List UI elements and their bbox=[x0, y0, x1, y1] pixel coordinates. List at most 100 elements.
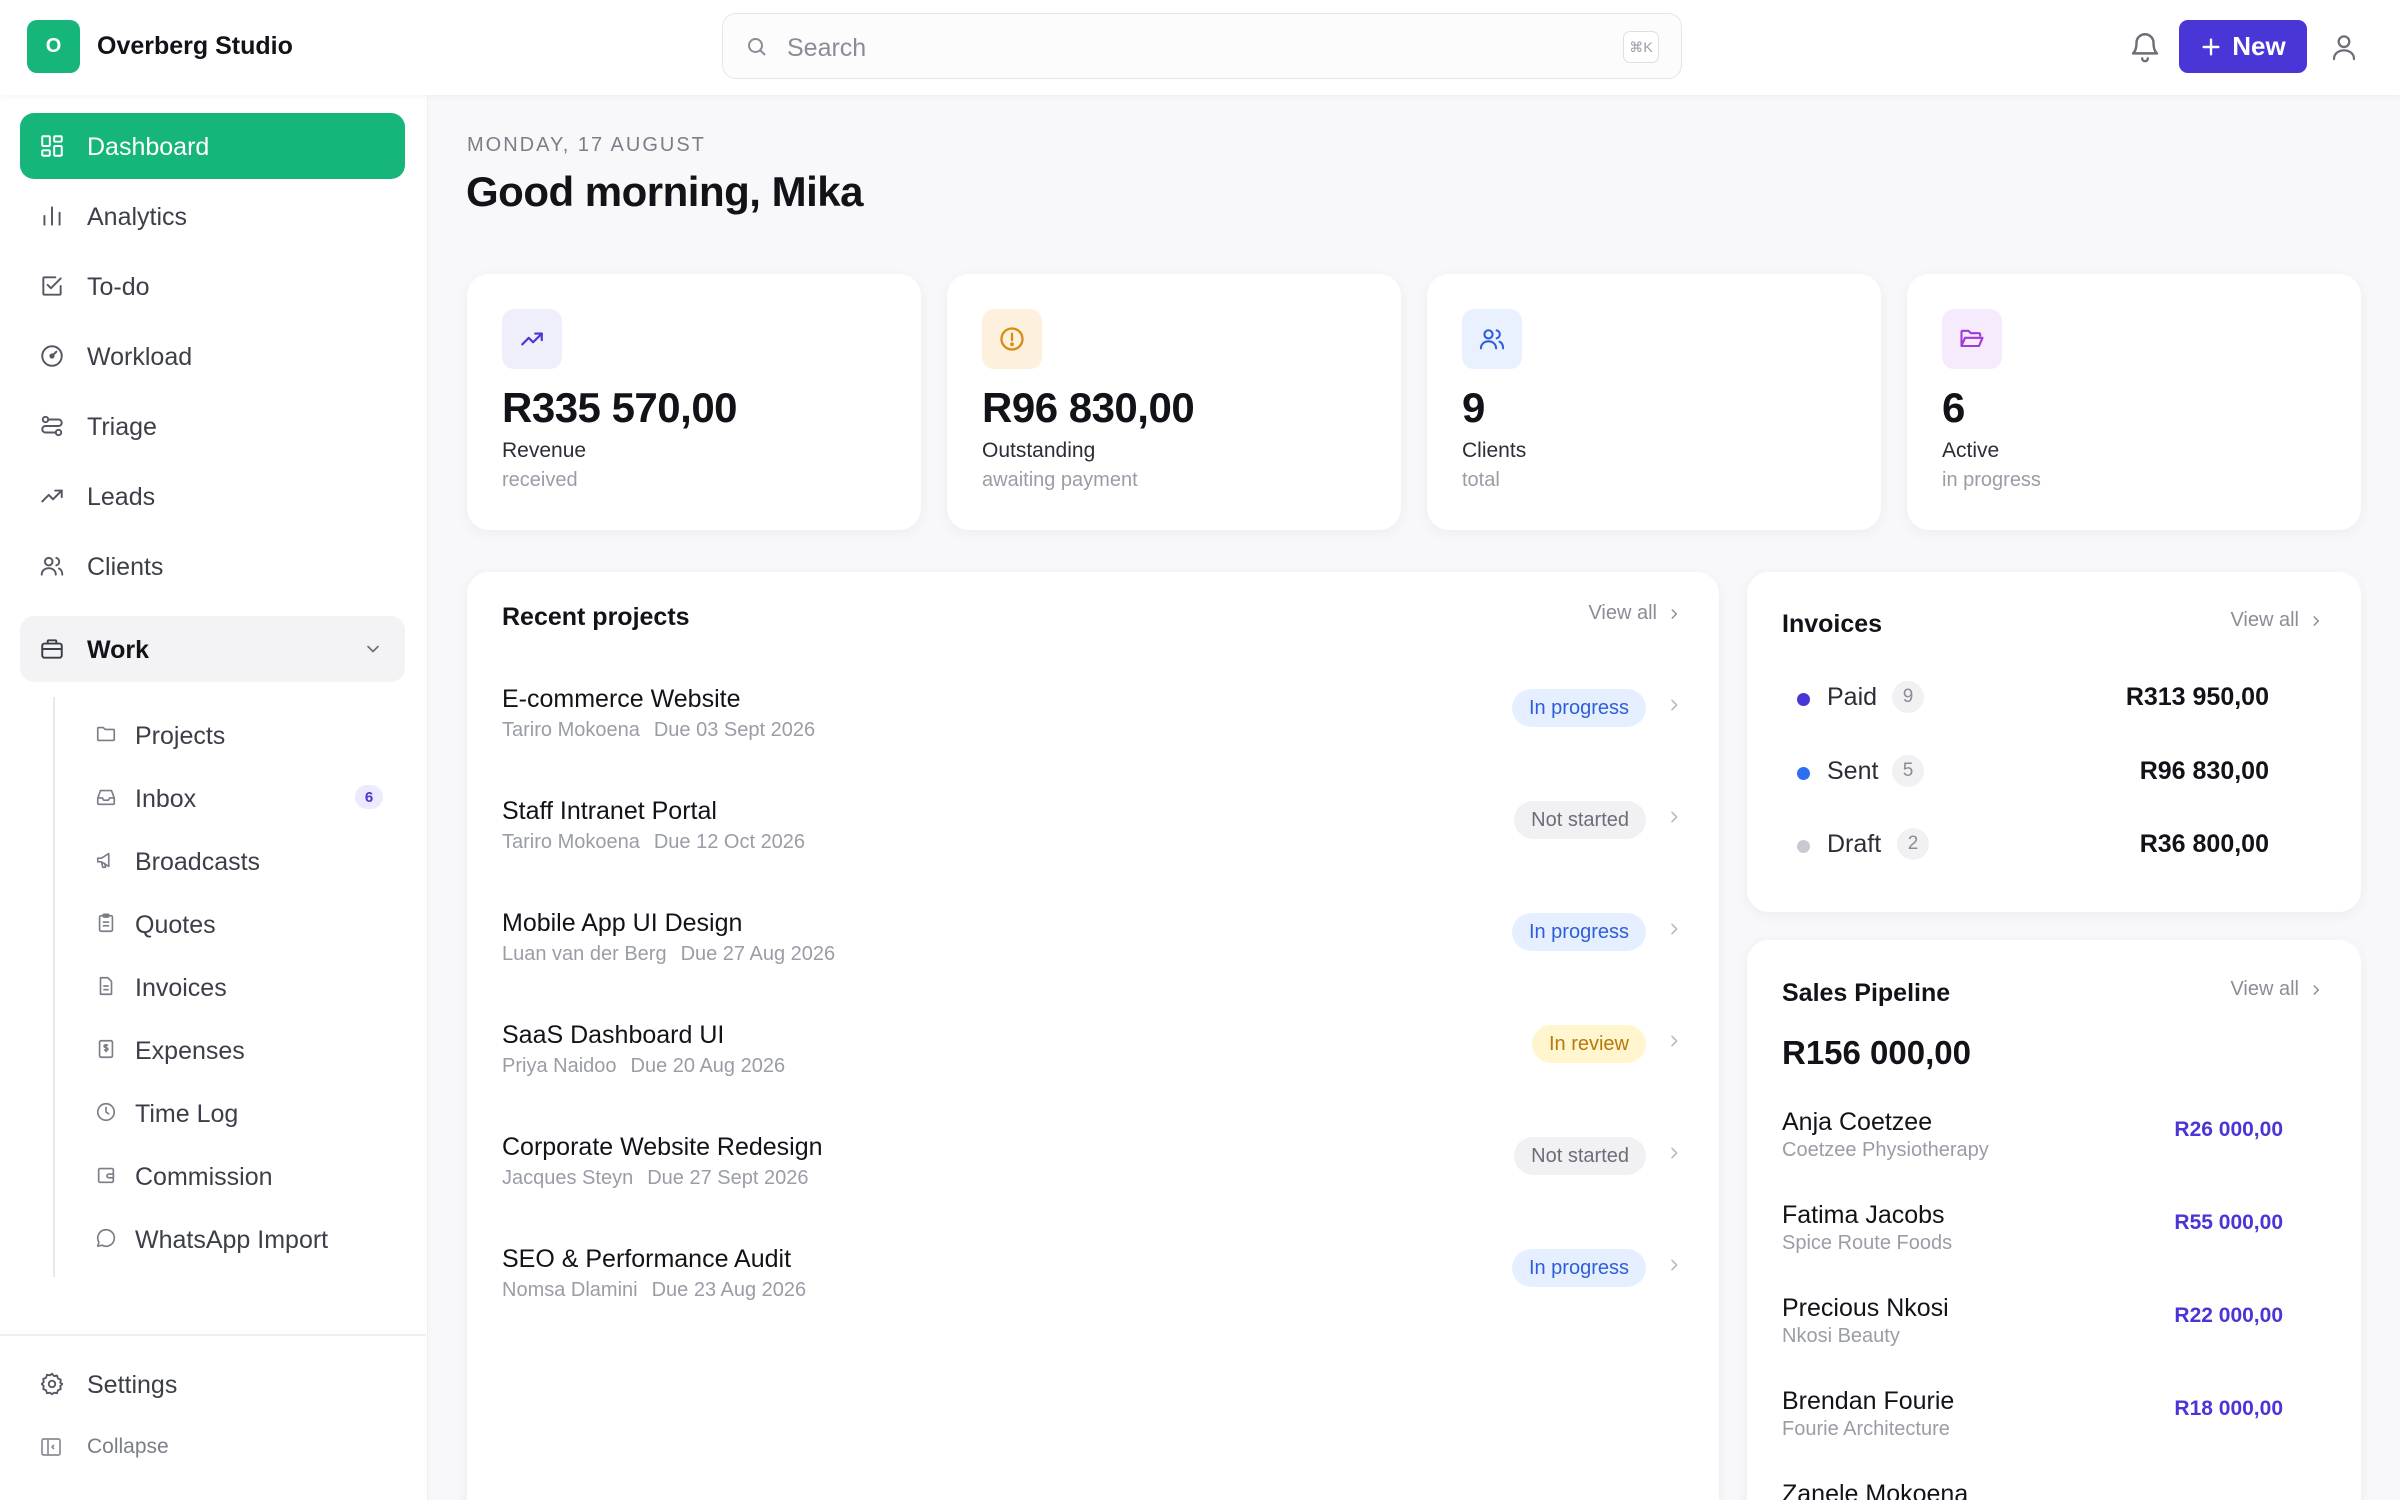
sidebar-item-settings[interactable]: Settings bbox=[20, 1351, 405, 1417]
view-all-link[interactable]: View all bbox=[2230, 978, 2323, 1001]
project-name: Corporate Website Redesign bbox=[502, 1133, 823, 1161]
project-name: Staff Intranet Portal bbox=[502, 797, 717, 825]
stat-label: Clients bbox=[1462, 439, 1527, 462]
sidebar-item-timelog[interactable]: Time Log bbox=[75, 1085, 395, 1141]
sidebar-item-commission[interactable]: Commission bbox=[75, 1148, 395, 1204]
table-row[interactable]: SEO & Performance Audit Nomsa Dlamini Due… bbox=[467, 1245, 1717, 1355]
document-icon bbox=[95, 975, 117, 997]
sidebar-item-analytics[interactable]: Analytics bbox=[20, 183, 405, 249]
user-icon[interactable] bbox=[2328, 30, 2360, 64]
count-badge: 2 bbox=[1897, 828, 1929, 860]
sidebar-item-dashboard[interactable]: Dashboard bbox=[20, 113, 405, 179]
sidebar-item-label: Dashboard bbox=[87, 133, 210, 161]
sidebar-item-label: Settings bbox=[87, 1371, 178, 1399]
project-client: Tariro Mokoena bbox=[502, 831, 640, 853]
lead-amount: R55 000,00 bbox=[2174, 1211, 2283, 1234]
sales-pipeline-panel: Sales Pipeline View all R156 000,00 Anja… bbox=[1747, 940, 2361, 1500]
sidebar-item-todo[interactable]: To-do bbox=[20, 253, 405, 319]
invoice-amount: R36 800,00 bbox=[2139, 830, 2269, 858]
table-row[interactable]: Staff Intranet Portal Tariro Mokoena Due … bbox=[467, 797, 1717, 907]
invoice-status-row[interactable]: Sent 5 R96 830,00 bbox=[1747, 753, 2317, 793]
clipboard-icon bbox=[95, 912, 117, 934]
search-shortcut: ⌘K bbox=[1623, 31, 1659, 63]
search-input[interactable]: Search ⌘K bbox=[722, 13, 1682, 79]
date-label: MONDAY, 17 AUGUST bbox=[467, 134, 706, 156]
project-client: Nomsa Dlamini bbox=[502, 1279, 638, 1301]
project-meta: Luan van der Berg Due 27 Aug 2026 bbox=[502, 943, 835, 966]
sidebar-item-projects[interactable]: Projects bbox=[75, 707, 395, 763]
status-badge: In progress bbox=[1511, 913, 1646, 951]
panel-title: Invoices bbox=[1782, 610, 1883, 638]
sidebar-item-quotes[interactable]: Quotes bbox=[75, 896, 395, 952]
stat-sublabel: awaiting payment bbox=[982, 469, 1138, 491]
invoice-amount: R96 830,00 bbox=[2139, 757, 2269, 785]
sidebar-item-expenses[interactable]: Expenses bbox=[75, 1022, 395, 1078]
project-due: Due 23 Aug 2026 bbox=[651, 1279, 807, 1301]
sidebar-item-leads[interactable]: Leads bbox=[20, 463, 405, 529]
invoice-status-label: Sent bbox=[1827, 757, 1879, 785]
trend-up-icon bbox=[502, 309, 562, 369]
sidebar-item-label: Projects bbox=[135, 722, 226, 750]
status-badge: In progress bbox=[1511, 1249, 1646, 1287]
sidebar-item-invoices[interactable]: Invoices bbox=[75, 959, 395, 1015]
sidebar-item-workload[interactable]: Workload bbox=[20, 323, 405, 389]
list-item[interactable]: Anja Coetzee Coetzee Physiotherapy R26 0… bbox=[1747, 1108, 2317, 1188]
table-row[interactable]: E-commerce Website Tariro Mokoena Due 03 … bbox=[467, 685, 1717, 795]
bell-icon[interactable] bbox=[2128, 30, 2162, 64]
view-all-label: View all bbox=[2230, 609, 2299, 631]
list-item[interactable]: Precious Nkosi Nkosi Beauty R22 000,00 bbox=[1747, 1294, 2317, 1374]
chat-icon bbox=[95, 1227, 117, 1249]
clock-icon bbox=[95, 1101, 117, 1123]
collapse-sidebar-button[interactable]: Collapse bbox=[20, 1413, 405, 1479]
chevron-right-icon bbox=[1666, 1033, 1682, 1049]
chevron-down-icon bbox=[363, 639, 383, 659]
view-all-link[interactable]: View all bbox=[1588, 602, 1681, 625]
sidebar-item-clients[interactable]: Clients bbox=[20, 533, 405, 599]
list-item[interactable]: Brendan Fourie Fourie Architecture R18 0… bbox=[1747, 1387, 2317, 1467]
folder-icon bbox=[95, 723, 117, 745]
stat-sublabel: received bbox=[502, 469, 578, 491]
status-dot bbox=[1797, 693, 1810, 706]
stat-card-outstanding[interactable]: R96 830,00 Outstanding awaiting payment bbox=[947, 274, 1401, 530]
sidebar-item-label: Workload bbox=[87, 343, 193, 371]
stat-card-active[interactable]: 6 Active in progress bbox=[1907, 274, 2361, 530]
new-button[interactable]: New bbox=[2179, 20, 2307, 73]
stat-value: R335 570,00 bbox=[502, 384, 738, 431]
chevron-right-icon bbox=[1666, 1257, 1682, 1273]
invoices-panel: Invoices View all Paid 9 R313 950,00 Sen… bbox=[1747, 572, 2361, 912]
view-all-link[interactable]: View all bbox=[2230, 609, 2323, 632]
sidebar-collapse-icon bbox=[39, 1435, 63, 1459]
list-item[interactable]: Fatima Jacobs Spice Route Foods R55 000,… bbox=[1747, 1201, 2317, 1281]
sidebar-item-whatsapp-import[interactable]: WhatsApp Import bbox=[75, 1211, 395, 1267]
invoice-status-row[interactable]: Paid 9 R313 950,00 bbox=[1747, 679, 2317, 719]
stat-card-clients[interactable]: 9 Clients total bbox=[1427, 274, 1881, 530]
triage-icon bbox=[39, 413, 65, 439]
workload-icon bbox=[39, 343, 65, 369]
project-client: Tariro Mokoena bbox=[502, 719, 640, 741]
table-row[interactable]: SaaS Dashboard UI Priya Naidoo Due 20 Aug… bbox=[467, 1021, 1717, 1131]
lead-company: Spice Route Foods bbox=[1782, 1232, 1953, 1254]
project-due: Due 27 Aug 2026 bbox=[680, 943, 836, 965]
wallet-icon bbox=[95, 1164, 117, 1186]
submenu-guide bbox=[53, 697, 55, 1277]
sidebar-group-work[interactable]: Work bbox=[20, 616, 405, 682]
sidebar-item-label: Quotes bbox=[135, 911, 216, 939]
invoice-status-row[interactable]: Draft 2 R36 800,00 bbox=[1747, 826, 2317, 866]
sidebar-item-inbox[interactable]: Inbox 6 bbox=[75, 770, 395, 826]
status-badge: In progress bbox=[1511, 689, 1646, 727]
list-item[interactable]: Zanele Mokoena bbox=[1747, 1480, 2317, 1500]
lead-name: Precious Nkosi bbox=[1782, 1294, 1949, 1322]
project-client: Priya Naidoo bbox=[502, 1055, 617, 1077]
stat-card-revenue[interactable]: R335 570,00 Revenue received bbox=[467, 274, 921, 530]
dashboard-icon bbox=[39, 133, 65, 159]
sidebar-item-broadcasts[interactable]: Broadcasts bbox=[75, 833, 395, 889]
sidebar-item-triage[interactable]: Triage bbox=[20, 393, 405, 459]
table-row[interactable]: Corporate Website Redesign Jacques Steyn… bbox=[467, 1133, 1717, 1243]
chevron-right-icon bbox=[1667, 607, 1681, 621]
chevron-right-icon bbox=[1666, 809, 1682, 825]
receipt-icon bbox=[95, 1038, 117, 1060]
table-row[interactable]: Mobile App UI Design Luan van der Berg Du… bbox=[467, 909, 1717, 1019]
search-icon bbox=[745, 35, 769, 59]
lead-company: Coetzee Physiotherapy bbox=[1782, 1139, 1989, 1161]
project-name: SaaS Dashboard UI bbox=[502, 1021, 725, 1049]
